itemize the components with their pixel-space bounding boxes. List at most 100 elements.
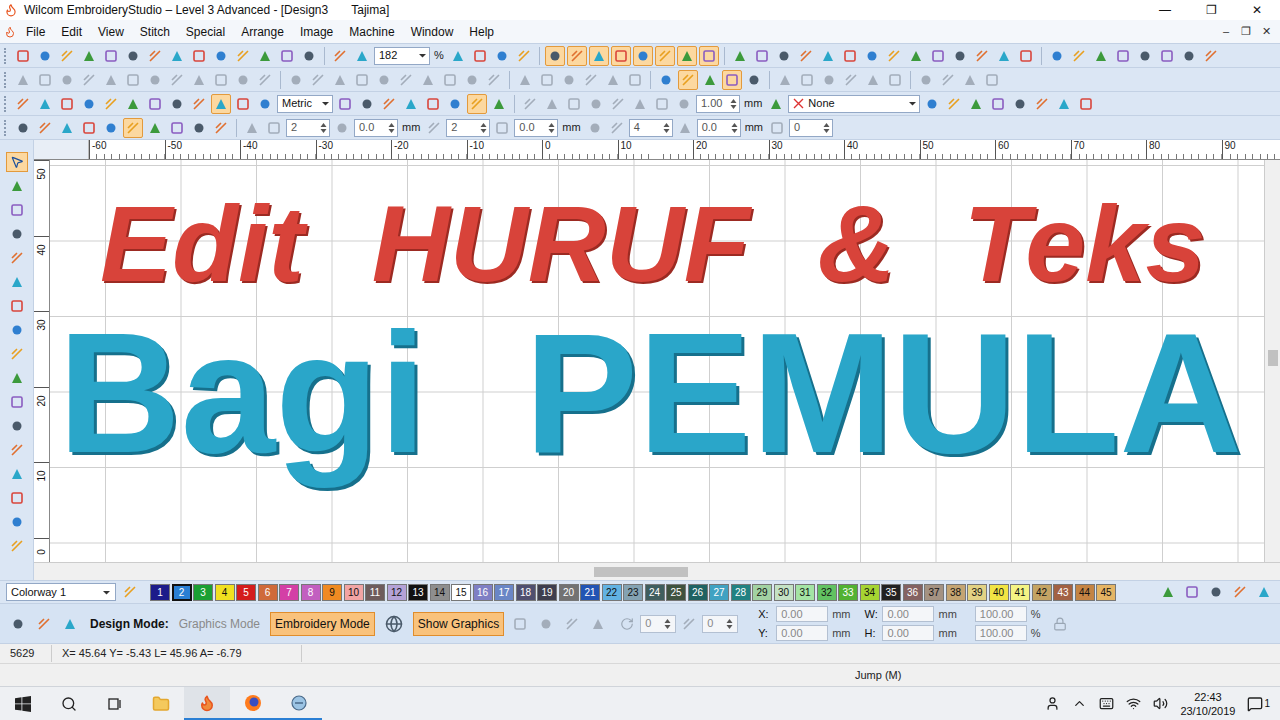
spinner-icon[interactable] — [726, 618, 733, 630]
toolbar-button[interactable] — [744, 70, 764, 90]
toolbar-button[interactable] — [374, 70, 394, 90]
mode-button[interactable]: Embroidery Mode — [270, 612, 375, 636]
select-tool[interactable] — [6, 152, 28, 172]
toolbar-grip[interactable] — [4, 48, 7, 64]
toolbar-button[interactable] — [862, 46, 882, 66]
toolbar-button[interactable] — [819, 70, 839, 90]
color-chip[interactable]: 32 — [817, 584, 837, 601]
toolbar-button[interactable] — [796, 46, 816, 66]
toolbar-button[interactable] — [1157, 46, 1177, 66]
menu-item[interactable]: Edit — [53, 23, 90, 41]
toolbar-button[interactable] — [189, 118, 209, 138]
toolbar-button[interactable] — [586, 94, 606, 114]
toolbar-button[interactable] — [675, 118, 695, 138]
menu-item[interactable]: Machine — [341, 23, 402, 41]
color-chip[interactable]: 39 — [967, 584, 987, 601]
toolbar-button[interactable] — [211, 70, 231, 90]
color-chip[interactable]: 35 — [881, 584, 901, 601]
toolbar-button[interactable] — [994, 46, 1014, 66]
color-chip[interactable]: 34 — [860, 584, 880, 601]
language-icon[interactable] — [1099, 696, 1114, 711]
toolbar-button[interactable] — [982, 70, 1002, 90]
spinner-icon[interactable] — [480, 122, 487, 134]
toolbar-button[interactable] — [972, 46, 992, 66]
transform-field[interactable]: 100.00 — [975, 606, 1027, 622]
transform-field[interactable]: 0.00 — [776, 625, 828, 641]
number-field[interactable]: 0 — [789, 119, 833, 137]
toolbar-button[interactable] — [922, 94, 942, 114]
toolbar-button[interactable] — [357, 94, 377, 114]
toolbar-button[interactable] — [101, 70, 121, 90]
toolbar-button[interactable] — [101, 118, 121, 138]
toolbar-button[interactable] — [514, 46, 534, 66]
toolbar-button[interactable] — [1135, 46, 1155, 66]
taskbar-app[interactable] — [184, 687, 230, 720]
toolbar-button[interactable] — [423, 94, 443, 114]
color-chip[interactable]: 18 — [516, 584, 536, 601]
toolbar-button[interactable] — [7, 440, 27, 460]
transform-field[interactable]: 0.00 — [882, 625, 934, 641]
toolbar-button[interactable] — [7, 416, 27, 436]
rotate-field[interactable]: 0 — [640, 615, 676, 633]
toolbar-button[interactable] — [611, 46, 631, 66]
design-canvas[interactable]: Edit HURUF & TeksBagi PEMULA — [50, 160, 1264, 562]
toolbar-button[interactable] — [7, 536, 27, 556]
color-chip[interactable]: 24 — [645, 584, 665, 601]
toolbar-button[interactable] — [167, 46, 187, 66]
spinner-icon[interactable] — [664, 618, 671, 630]
show-hidden-icon[interactable] — [1072, 696, 1087, 711]
toolbar-button[interactable] — [1054, 94, 1074, 114]
toolbar-button[interactable] — [123, 70, 143, 90]
number-field[interactable]: 2 — [446, 119, 490, 137]
toolbar-button[interactable] — [60, 614, 80, 634]
toolbar-button[interactable] — [57, 118, 77, 138]
toolbar-button[interactable] — [13, 118, 33, 138]
toolbar-button[interactable] — [589, 46, 609, 66]
toolbar-button[interactable] — [536, 614, 556, 634]
toolbar-button[interactable] — [730, 46, 750, 66]
toolbar-button[interactable] — [515, 70, 535, 90]
toolbar-button[interactable] — [34, 614, 54, 634]
combo-box[interactable]: 182 — [374, 47, 430, 65]
toolbar-button[interactable] — [189, 94, 209, 114]
toolbar-button[interactable] — [7, 272, 27, 292]
toolbar-button[interactable] — [767, 118, 787, 138]
color-chip[interactable]: 14 — [430, 584, 450, 601]
wifi-icon[interactable] — [1126, 696, 1141, 711]
color-chip[interactable]: 33 — [838, 584, 858, 601]
toolbar-button[interactable] — [1113, 46, 1133, 66]
toolbar-button[interactable] — [424, 118, 444, 138]
toolbar-button[interactable] — [1254, 582, 1274, 602]
notification-center[interactable]: 1 — [1247, 696, 1270, 712]
color-chip[interactable]: 17 — [494, 584, 514, 601]
toolbar-button[interactable] — [123, 118, 143, 138]
toolbar-button[interactable] — [57, 46, 77, 66]
menu-item[interactable]: Help — [461, 23, 502, 41]
menu-item[interactable]: Window — [403, 23, 462, 41]
toolbar-button[interactable] — [520, 94, 540, 114]
color-chip[interactable]: 20 — [559, 584, 579, 601]
toolbar-button[interactable] — [145, 70, 165, 90]
toolbar-button[interactable] — [944, 94, 964, 114]
toolbar-button[interactable] — [167, 94, 187, 114]
toolbar-button[interactable] — [35, 94, 55, 114]
menu-item[interactable]: Image — [292, 23, 341, 41]
toolbar-button[interactable] — [625, 70, 645, 90]
toolbar-button[interactable] — [884, 46, 904, 66]
toolbar-button[interactable] — [652, 94, 672, 114]
color-chip[interactable]: 40 — [989, 584, 1009, 601]
toolbar-button[interactable] — [966, 94, 986, 114]
toolbar-button[interactable] — [35, 70, 55, 90]
toolbar-button[interactable] — [445, 94, 465, 114]
toolbar-button[interactable] — [1182, 582, 1202, 602]
toolbar-button[interactable] — [123, 46, 143, 66]
toolbar-button[interactable] — [588, 614, 608, 634]
fill-listbox[interactable]: None — [788, 95, 920, 113]
toolbar-button[interactable] — [79, 70, 99, 90]
toolbar-button[interactable] — [1032, 94, 1052, 114]
toolbar-button[interactable] — [752, 46, 772, 66]
toolbar-button[interactable] — [233, 46, 253, 66]
vertical-scrollbar[interactable] — [1264, 160, 1280, 562]
color-chip[interactable]: 25 — [666, 584, 686, 601]
color-chip[interactable]: 26 — [688, 584, 708, 601]
